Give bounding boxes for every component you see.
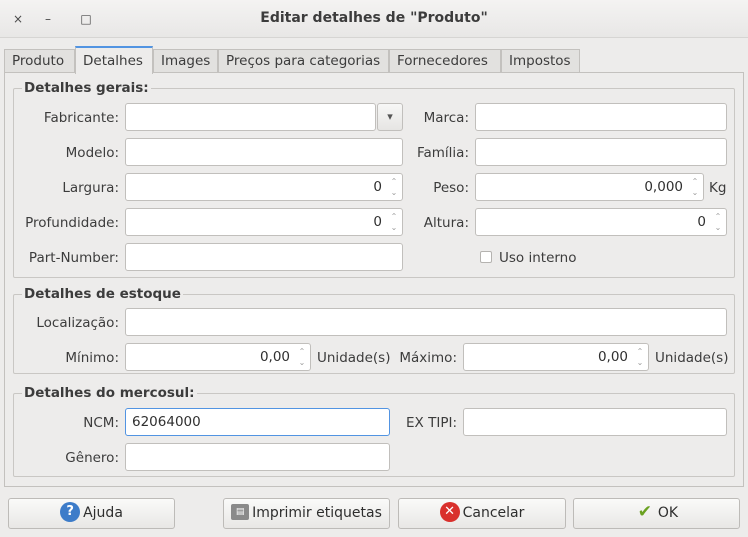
tab-precos-categorias[interactable]: Preços para categorias (218, 49, 389, 73)
help-button[interactable]: ? Ajuda (8, 498, 175, 529)
spin-arrows-icon[interactable]: ⌃ ⌄ (712, 211, 724, 233)
extipi-input[interactable] (463, 408, 727, 436)
group-title: Detalhes gerais: (22, 80, 151, 96)
maximo-label: Máximo: (399, 350, 457, 366)
tab-impostos[interactable]: Impostos (501, 49, 580, 73)
maximo-spinbox[interactable]: 0,00 ⌃ ⌄ (463, 343, 649, 371)
minimo-spinbox[interactable]: 0,00 ⌃ ⌄ (125, 343, 311, 371)
ok-button[interactable]: ✔ OK (573, 498, 740, 529)
largura-label: Largura: (62, 180, 119, 196)
partnumber-label: Part-Number: (28, 250, 119, 266)
title-bar: × – □ Editar detalhes de "Produto" (0, 0, 748, 38)
checkmark-icon: ✔ (637, 501, 653, 522)
help-button-label: Ajuda (83, 505, 123, 521)
maximo-value: 0,00 (597, 349, 628, 365)
altura-value: 0 (697, 214, 706, 230)
spin-arrows-icon[interactable]: ⌃ ⌄ (634, 346, 646, 368)
familia-label: Família: (416, 145, 469, 161)
minimo-unit: Unidade(s) (317, 350, 391, 366)
minimo-value: 0,00 (259, 349, 290, 365)
tab-images[interactable]: Images (153, 49, 218, 73)
profundidade-spinbox[interactable]: 0 ⌃ ⌄ (125, 208, 403, 236)
largura-spinbox[interactable]: 0 ⌃ ⌄ (125, 173, 403, 201)
fabricante-input[interactable] (125, 103, 376, 131)
group-title: Detalhes do mercosul: (22, 385, 197, 401)
peso-spinbox[interactable]: 0,000 ⌃ ⌄ (475, 173, 704, 201)
tab-produto[interactable]: Produto (4, 49, 75, 73)
print-labels-button[interactable]: ▤ Imprimir etiquetas (223, 498, 390, 529)
minimo-label: Mínimo: (65, 350, 119, 366)
ok-button-label: OK (657, 505, 679, 521)
group-title: Detalhes de estoque (22, 286, 183, 302)
modelo-input[interactable] (125, 138, 403, 166)
genero-input[interactable] (125, 443, 390, 471)
altura-label: Altura: (423, 215, 469, 231)
fabricante-label: Fabricante: (43, 110, 119, 126)
tab-detalhes[interactable]: Detalhes (75, 46, 153, 74)
spin-arrows-icon[interactable]: ⌃ ⌄ (689, 176, 701, 198)
tab-fornecedores[interactable]: Fornecedores (389, 49, 501, 73)
familia-input[interactable] (475, 138, 727, 166)
peso-label: Peso: (433, 180, 469, 196)
ncm-input[interactable]: 62064000 (125, 408, 390, 436)
uso-interno-label[interactable]: Uso interno (499, 250, 577, 266)
genero-label: Gênero: (65, 450, 119, 466)
print-labels-button-label: Imprimir etiquetas (252, 505, 382, 521)
extipi-label: EX TIPI: (406, 415, 457, 431)
window-title: Editar detalhes de "Produto" (260, 10, 488, 26)
peso-value: 0,000 (644, 179, 683, 195)
partnumber-input[interactable] (125, 243, 403, 271)
altura-spinbox[interactable]: 0 ⌃ ⌄ (475, 208, 727, 236)
peso-unit: Kg (709, 180, 727, 196)
ncm-label: NCM: (83, 415, 119, 431)
help-icon: ? (60, 501, 81, 522)
spin-arrows-icon[interactable]: ⌃ ⌄ (296, 346, 308, 368)
cancel-button[interactable]: ✕ Cancelar (398, 498, 566, 529)
marca-label: Marca: (423, 110, 469, 126)
profundidade-label: Profundidade: (25, 215, 119, 231)
uso-interno-checkbox[interactable] (480, 251, 492, 263)
modelo-label: Modelo: (65, 145, 119, 161)
cancel-button-label: Cancelar (462, 505, 525, 521)
localizacao-label: Localização: (36, 315, 119, 331)
cancel-icon: ✕ (439, 501, 460, 522)
marca-input[interactable] (475, 103, 727, 131)
localizacao-input[interactable] (125, 308, 727, 336)
maximo-unit: Unidade(s) (655, 350, 729, 366)
printer-icon: ▤ (231, 503, 250, 520)
